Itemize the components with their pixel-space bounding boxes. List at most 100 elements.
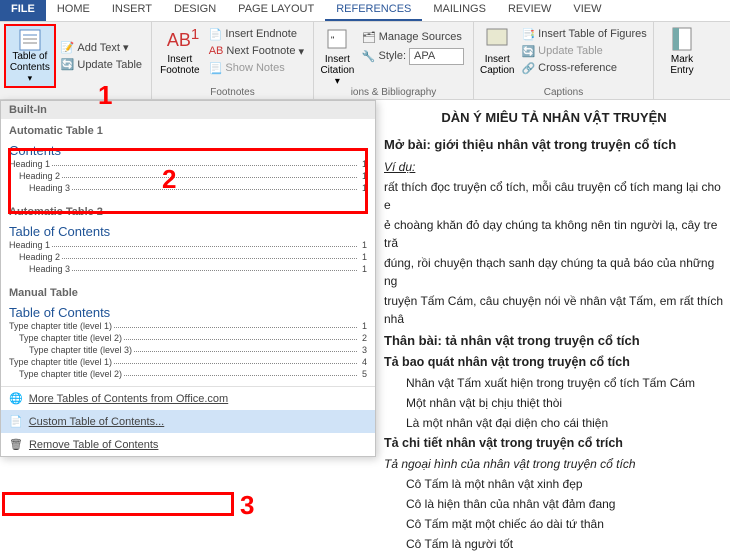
doc-h2b: Tả chi tiết nhân vật trong truyện cổ trí… [384, 434, 724, 453]
bibliography-button[interactable] [357, 67, 469, 85]
doc-vidu: Ví dụ: [384, 158, 724, 176]
tab-page-layout[interactable]: PAGE LAYOUT [227, 0, 325, 21]
style-value[interactable]: APA [409, 48, 464, 65]
update-table2-label: Update Table [538, 45, 603, 57]
remove-icon: 🗑 [9, 438, 23, 451]
tab-home[interactable]: HOME [46, 0, 101, 21]
doc-c3: Cô Tấm mặt một chiếc áo dài tứ thân [384, 515, 724, 533]
document-area: DÀN Ý MIÊU TẢ NHÂN VẬT TRUYỆN Mở bài: gi… [378, 100, 730, 552]
insert-citation-label: Insert Citation [320, 54, 355, 76]
tab-file[interactable]: FILE [0, 0, 46, 21]
next-footnote-button[interactable]: ABNext Footnote▾ [204, 43, 309, 60]
toc-label: Table of Contents [8, 51, 52, 73]
sources-icon: 🗂 [362, 31, 376, 44]
add-text-label: Add Text [77, 42, 120, 54]
doc-c2: Cô là hiện thân của nhân vật đảm đang [384, 495, 724, 513]
toc-icon [18, 28, 42, 51]
toc-manual-title: Table of Contents [9, 305, 367, 320]
table-of-contents-button[interactable]: Table of Contents ▾ [4, 24, 56, 88]
mark-entry-button[interactable]: Mark Entry [658, 24, 706, 78]
manage-sources-label: Manage Sources [379, 31, 462, 43]
style-select[interactable]: 🔧Style:APA [357, 46, 469, 67]
mark-entry-label: Mark Entry [660, 54, 704, 76]
doc-p3: đúng, rồi chuyện thạch sanh dạy chúng ta… [384, 254, 724, 290]
toc-more-label: More Tables of Contents from Office.com [29, 393, 229, 405]
toc-manual-label: Manual Table [9, 287, 367, 299]
show-notes-icon: 📃 [209, 62, 223, 75]
endnote-icon: 📄 [209, 28, 223, 41]
toc-builtin-header: Built-In [1, 101, 375, 119]
show-notes-label: Show Notes [225, 62, 284, 74]
insert-endnote-button[interactable]: 📄Insert Endnote [204, 26, 309, 43]
add-text-icon: 📝 [61, 41, 75, 54]
cross-reference-button[interactable]: 🔗Cross-reference [516, 60, 651, 77]
annotation-box-3 [2, 492, 234, 516]
tof-icon: 📑 [521, 28, 535, 41]
footnote-icon: AB1 [167, 26, 193, 52]
insert-footnote-label: Insert Footnote [158, 54, 202, 76]
citation-icon: " [324, 26, 350, 52]
update-table-button[interactable]: 🔄Update Table [56, 56, 147, 73]
tab-review[interactable]: REVIEW [497, 0, 562, 21]
annotation-2: 2 [162, 164, 176, 195]
chevron-down-icon: ▾ [28, 73, 33, 84]
ribbon-tabs: FILE HOME INSERT DESIGN PAGE LAYOUT REFE… [0, 0, 730, 22]
toc-remove[interactable]: 🗑 Remove Table of Contents [1, 433, 375, 456]
style-icon: 🔧 [362, 50, 376, 63]
toc-auto1-label: Automatic Table 1 [9, 125, 367, 137]
group-captions-label: Captions [474, 87, 653, 98]
tab-references[interactable]: REFERENCES [325, 0, 422, 21]
insert-tof-button[interactable]: 📑Insert Table of Figures [516, 26, 651, 43]
doc-b2: Một nhân vật bị chịu thiệt thòi [384, 394, 724, 412]
update-icon: 🔄 [61, 58, 75, 71]
tab-mailings[interactable]: MAILINGS [422, 0, 497, 21]
toc-auto2-title: Table of Contents [9, 224, 367, 239]
svg-text:": " [331, 35, 334, 45]
toc-more-office[interactable]: 🌐 More Tables of Contents from Office.com [1, 387, 375, 410]
manage-sources-button[interactable]: 🗂Manage Sources [357, 29, 469, 46]
next-footnote-label: Next Footnote [226, 45, 295, 57]
group-footnotes-label: Footnotes [152, 87, 313, 98]
doc-p2: ẻ choàng khăn đỏ dạy chúng ta không nên … [384, 216, 724, 252]
toc-manual[interactable]: Manual Table Table of Contents Type chap… [1, 281, 375, 386]
doc-h1-mobai: Mở bài: giới thiệu nhân vật trong truyện… [384, 135, 724, 155]
doc-b3: Là một nhân vật đại diện cho cái thiện [384, 414, 724, 432]
office-icon: 🌐 [9, 392, 23, 405]
insert-citation-button[interactable]: " Insert Citation▾ [318, 24, 357, 89]
style-label: Style: [378, 50, 406, 62]
mark-entry-icon [669, 26, 695, 52]
annotation-3: 3 [240, 490, 254, 521]
annotation-box-2 [8, 148, 368, 214]
custom-toc-icon: 📄 [9, 415, 23, 428]
tab-view[interactable]: VIEW [562, 0, 612, 21]
insert-caption-button[interactable]: Insert Caption [478, 24, 516, 78]
doc-p4: truyện Tấm Cám, câu chuyện nói về nhân v… [384, 292, 724, 328]
tab-design[interactable]: DESIGN [163, 0, 227, 21]
annotation-1: 1 [98, 80, 112, 111]
cross-reference-label: Cross-reference [538, 62, 617, 74]
update-table2-button[interactable]: 🔄Update Table [516, 43, 651, 60]
toc-remove-label: Remove Table of Contents [29, 439, 158, 451]
insert-endnote-label: Insert Endnote [225, 28, 297, 40]
toc-custom-label: Custom Table of Contents... [29, 416, 165, 428]
tab-insert[interactable]: INSERT [101, 0, 163, 21]
doc-c4: Cô Tấm là người tốt [384, 535, 724, 552]
doc-title: DÀN Ý MIÊU TẢ NHÂN VẬT TRUYỆN [384, 110, 724, 125]
caption-icon [484, 26, 510, 52]
doc-c1: Cô Tấm là một nhân vật xinh đẹp [384, 475, 724, 493]
add-text-button[interactable]: 📝Add Text▾ [56, 39, 147, 56]
update-table-label: Update Table [77, 59, 142, 71]
doc-h1-thanbai: Thân bài: tả nhân vật trong truyện cổ tí… [384, 331, 724, 351]
insert-caption-label: Insert Caption [480, 54, 514, 76]
doc-b1: Nhân vật Tấm xuất hiện trong truyện cổ t… [384, 374, 724, 392]
doc-h2a: Tả bao quát nhân vật trong truyện cổ tíc… [384, 353, 724, 372]
toc-custom[interactable]: 📄 Custom Table of Contents... [1, 410, 375, 433]
next-footnote-icon: AB [209, 45, 224, 57]
crossref-icon: 🔗 [521, 62, 535, 75]
show-notes-button[interactable]: 📃Show Notes [204, 60, 309, 77]
doc-h3a: Tả ngoại hình của nhân vật trong truyện … [384, 455, 724, 473]
insert-tof-label: Insert Table of Figures [538, 28, 647, 40]
insert-footnote-button[interactable]: AB1 Insert Footnote [156, 24, 204, 78]
group-citations-label: ions & Bibliography [314, 87, 473, 98]
doc-p1: rất thích đọc truyện cổ tích, mỗi câu tr… [384, 178, 724, 214]
